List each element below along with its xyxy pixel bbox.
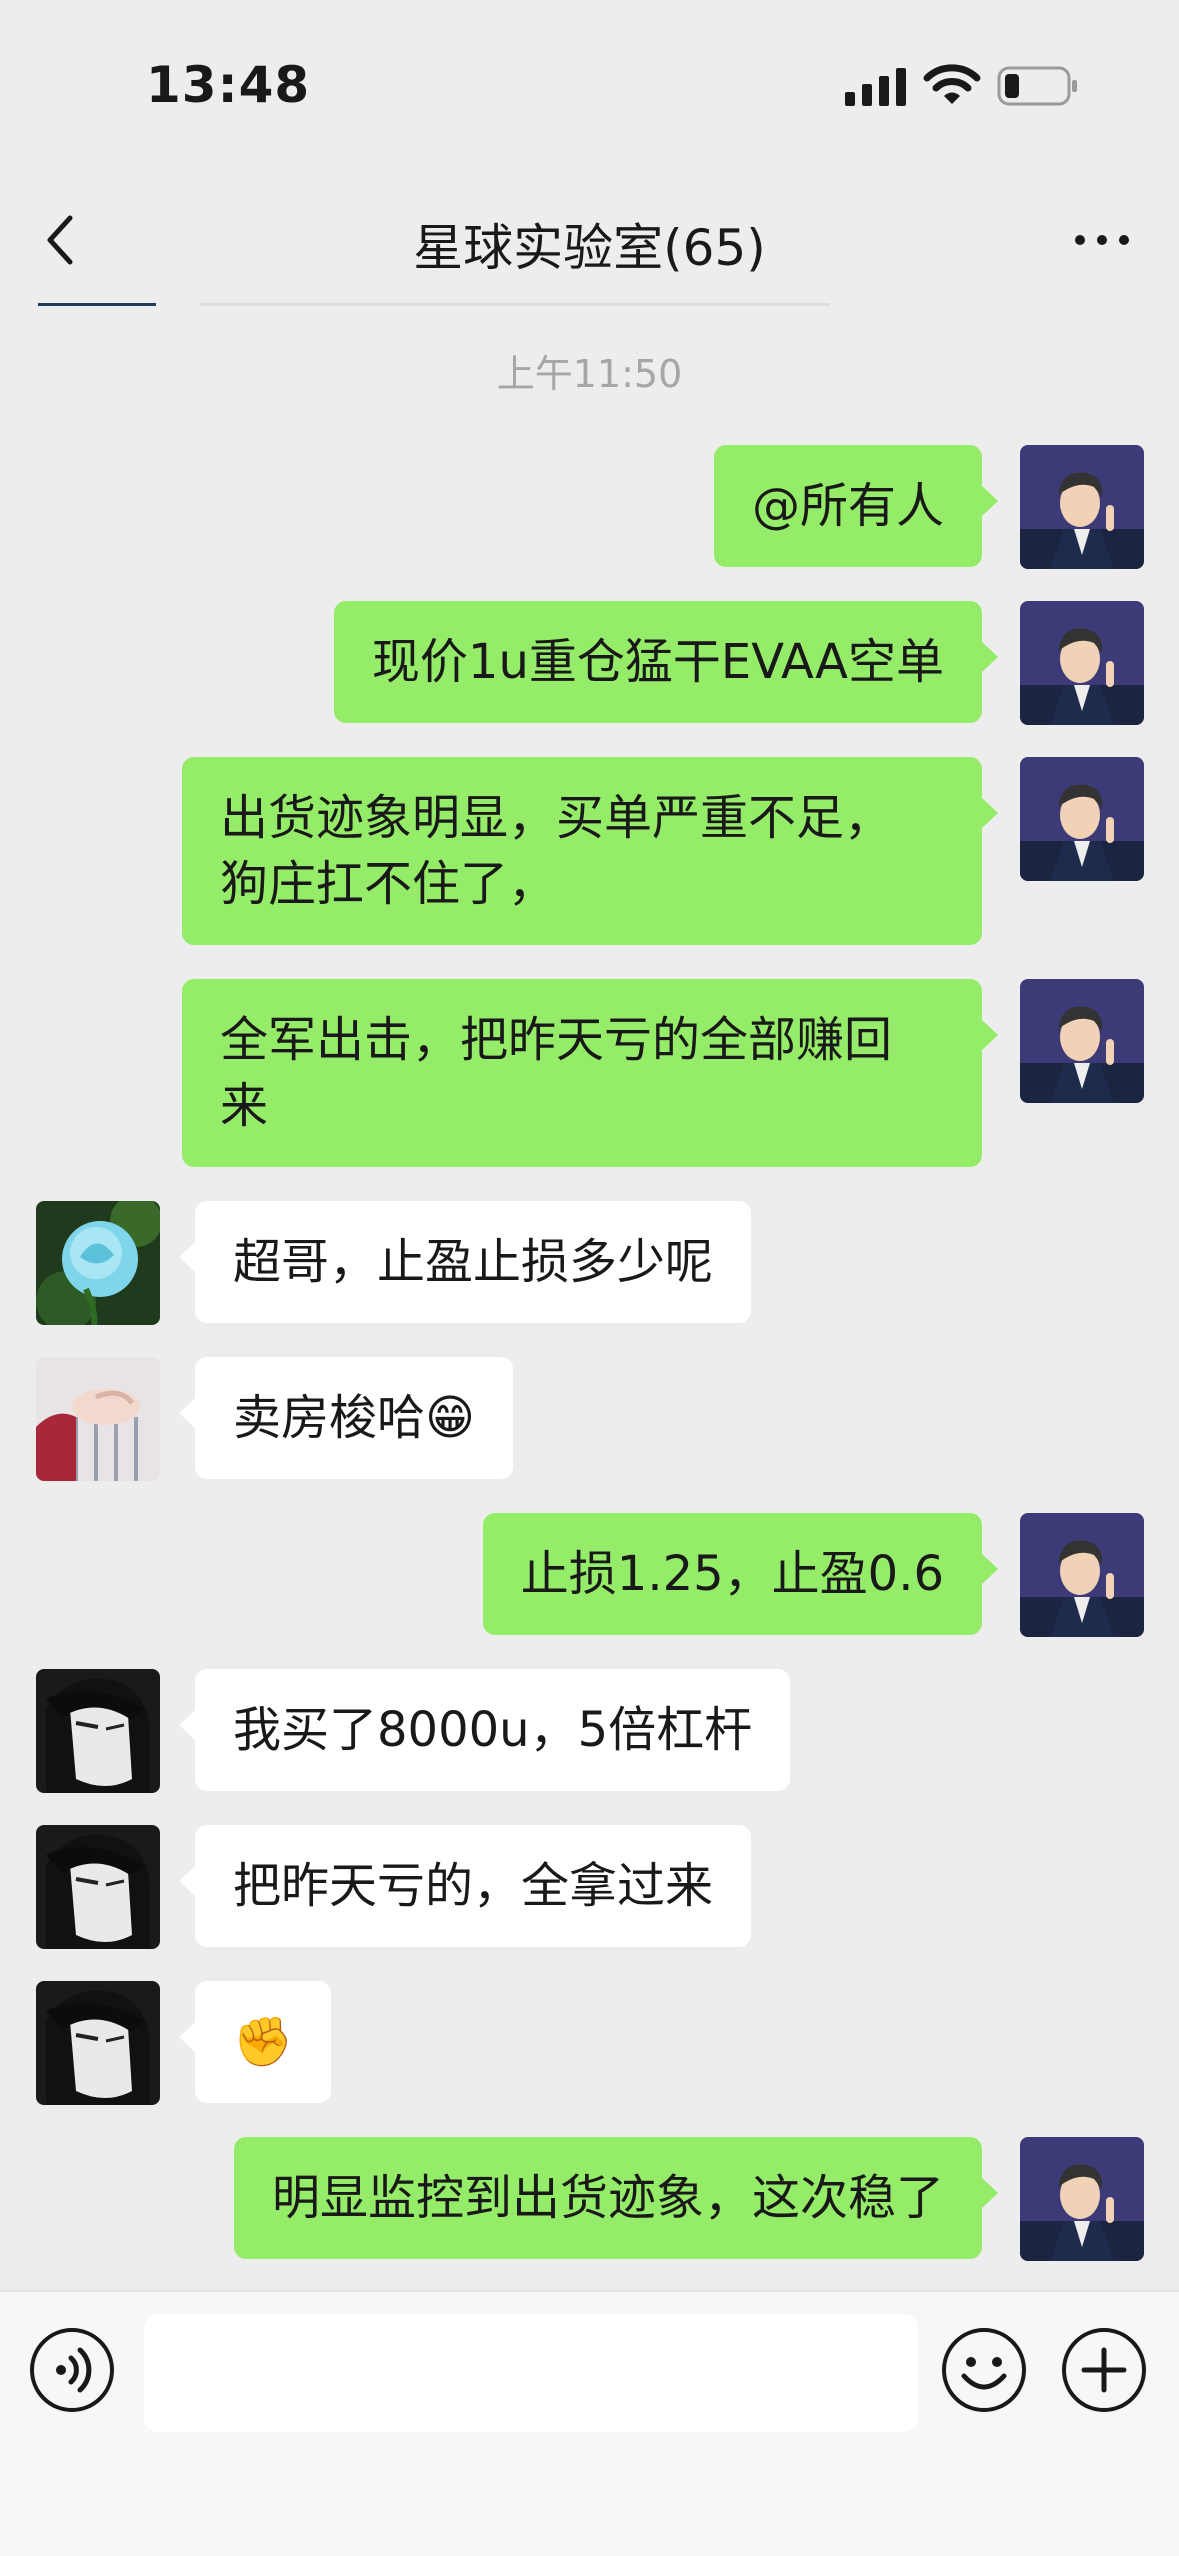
cellular-signal-icon (845, 68, 906, 106)
outgoing-bubble[interactable]: 出货迹象明显，买单严重不足， 狗庄扛不住了， (182, 757, 998, 945)
incoming-bubble[interactable]: 我买了8000u，5倍杠杆 (178, 1669, 791, 1791)
message-input[interactable] (144, 2314, 918, 2432)
man-suit-avatar[interactable] (1020, 979, 1144, 1103)
anime-bw-avatar[interactable] (36, 1981, 160, 2105)
scroll-remnant-avatar (38, 303, 156, 306)
status-time: 13:48 (146, 56, 311, 114)
more-dots-icon[interactable] (1069, 218, 1139, 262)
outgoing-bubble[interactable]: 现价1u重仓猛干EVAA空单 (333, 601, 999, 723)
chat-title: 星球实验室(65) (413, 219, 766, 277)
incoming-bubble[interactable]: ✊ (179, 1981, 331, 2103)
voice-icon[interactable] (28, 2326, 116, 2414)
scroll-remnant-bubble (200, 303, 830, 306)
blue-rose-avatar[interactable] (36, 1201, 160, 1325)
input-bar (0, 2290, 1179, 2556)
battery-icon (997, 66, 1077, 106)
outgoing-bubble[interactable]: 全军出击，把昨天亏的全部赚回 来 (182, 979, 998, 1167)
outgoing-bubble[interactable]: 止损1.25，止盈0.6 (482, 1513, 999, 1635)
outgoing-bubble[interactable]: 明显监控到出货迹象，这次稳了 (233, 2137, 999, 2259)
outgoing-bubble[interactable]: @所有人 (713, 445, 999, 567)
man-suit-avatar[interactable] (1020, 2137, 1144, 2261)
plus-icon[interactable] (1060, 2326, 1148, 2414)
incoming-bubble[interactable]: 超哥，止盈止损多少呢 (178, 1201, 752, 1323)
man-suit-avatar[interactable] (1020, 601, 1144, 725)
message-timestamp: 上午11:50 (496, 352, 683, 396)
status-bar: 13:48 (0, 0, 1179, 150)
incoming-bubble[interactable]: 卖房梭哈😁 (178, 1357, 514, 1479)
anime-bw-avatar[interactable] (36, 1825, 160, 1949)
man-suit-avatar[interactable] (1020, 1513, 1144, 1637)
man-suit-avatar[interactable] (1020, 757, 1144, 881)
incoming-bubble[interactable]: 把昨天亏的，全拿过来 (178, 1825, 752, 1947)
emoji-icon[interactable] (940, 2326, 1028, 2414)
hand-sweater-avatar[interactable] (36, 1357, 160, 1481)
wifi-icon (923, 64, 981, 104)
anime-bw-avatar[interactable] (36, 1669, 160, 1793)
man-suit-avatar[interactable] (1020, 445, 1144, 569)
navigation-bar: 星球实验室(65) (0, 180, 1179, 300)
